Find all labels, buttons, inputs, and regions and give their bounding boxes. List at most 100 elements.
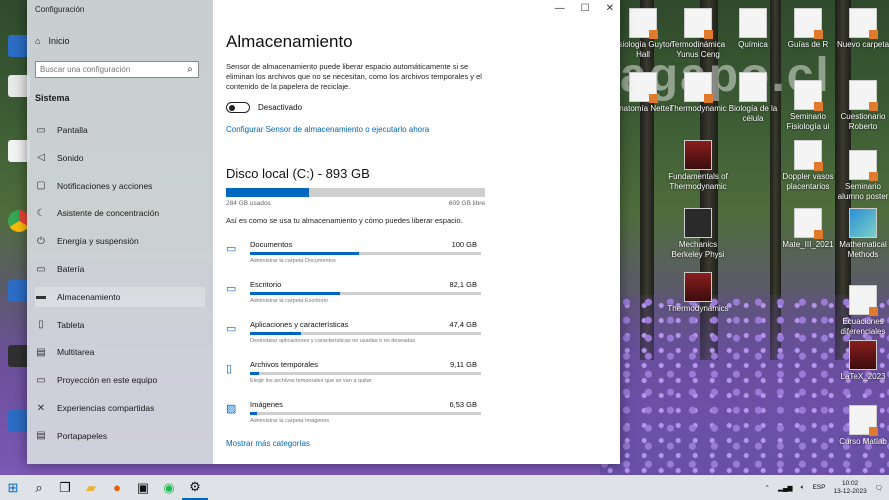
file-thumbnail [684, 72, 713, 103]
category-usage-bar [250, 372, 481, 375]
file-thumbnail [849, 285, 878, 316]
storage-sense-toggle[interactable]: Desactivado [226, 102, 302, 113]
category-subtitle: Elegir los archivos temporales que se va… [250, 378, 372, 384]
network-icon[interactable]: ▂▄▆ [778, 484, 793, 492]
disk-usage-fill [226, 188, 309, 197]
section-heading: Sistema [35, 93, 70, 103]
disk-usage-bar [226, 188, 485, 197]
storage-category[interactable]: ▭ Escritorio 82,1 GB Administrar la carpeta… [226, 280, 481, 314]
file-thumbnail [794, 208, 823, 239]
desktop-file-icon[interactable]: Curso Matlab [831, 405, 889, 447]
toggle-switch[interactable] [226, 102, 250, 113]
clock-time: 10:02 [841, 479, 859, 487]
used-space-label: 284 GB usados [226, 200, 271, 207]
sidebar-item-battery[interactable]: ▭ Batería [35, 259, 205, 279]
storage-category[interactable]: ▭ Aplicaciones y características 47,4 GB De… [226, 320, 481, 354]
sidebar-item-projection[interactable]: ▭ Proyección en este equipo [35, 370, 205, 390]
settings-search-box[interactable]: ⌕ [35, 61, 199, 78]
settings-icon[interactable]: ⚙ [182, 475, 208, 500]
spotify-icon[interactable]: ◉ [156, 475, 182, 500]
moon-icon: ☾ [36, 207, 46, 219]
home-icon: ⌂ [35, 36, 41, 46]
sidebar-item-label: Pantalla [57, 125, 88, 135]
taskview-icon[interactable]: ❐ [52, 475, 78, 500]
category-name: Escritorio [250, 280, 282, 289]
sidebar-item-speaker[interactable]: ◁ Sonido [35, 148, 205, 168]
sidebar-item-label: Tableta [57, 319, 85, 330]
sidebar-item-label: Energía y suspensión [57, 236, 139, 247]
desktop-file-icon[interactable]: Seminario alumno poster [831, 150, 889, 202]
notification-center-icon[interactable]: 🗨︎ [875, 484, 883, 492]
sidebar-item-tablet[interactable]: ▯ Tableta [35, 315, 205, 335]
desktop-file-icon[interactable]: Mathematical Methods [831, 208, 889, 260]
sidebar-item-storage[interactable]: ▬ Almacenamiento [35, 286, 205, 307]
firefox-icon[interactable]: ● [104, 475, 130, 500]
sidebar-item-moon[interactable]: ☾ Asistente de concentración [35, 203, 205, 223]
sidebar-item-label: Notificaciones y acciones [57, 180, 153, 191]
sidebar-item-notification[interactable]: ▢ Notificaciones y acciones [35, 176, 205, 196]
sidebar-item-label: Multitarea [57, 347, 95, 358]
file-thumbnail [629, 72, 658, 103]
settings-search-input[interactable] [36, 64, 182, 75]
desktop-file-icon[interactable]: Ecuaciones diferenciales [831, 285, 889, 337]
sidebar-item-monitor[interactable]: ▭ Pantalla [35, 120, 205, 140]
category-usage-bar [250, 292, 481, 295]
sidebar-item-shared[interactable]: ✕ Experiencias compartidas [35, 398, 205, 418]
category-size: 47,4 GB [449, 320, 477, 329]
category-usage-fill [250, 252, 359, 255]
sidebar-item-label: Almacenamiento [57, 291, 121, 302]
language-indicator[interactable]: ESP [812, 484, 825, 491]
desktop-file-icon[interactable]: Fundamentals of Thermodynamic [666, 140, 730, 192]
sidebar-item-power[interactable]: ⏻ Energía y suspensión [35, 231, 205, 251]
desktop-file-icon[interactable]: Cuestionario Roberto [831, 80, 889, 132]
category-size: 6,53 GB [449, 400, 477, 409]
sidebar-item-label: Batería [57, 264, 85, 274]
home-nav-item[interactable]: ⌂ Inicio [35, 36, 69, 46]
storage-sense-description: Sensor de almacenamiento puede liberar e… [226, 62, 482, 91]
windows-icon[interactable]: ⊞ [0, 475, 26, 500]
monitor-icon: ▭ [36, 124, 46, 136]
desktop-file-label: Ecuaciones diferenciales [840, 317, 886, 336]
storage-page: — ☐ ✕ Almacenamiento Sensor de almacenam… [213, 0, 620, 464]
desktop-file-label: Nuevo carpeta [836, 40, 889, 49]
tablet-icon: ▯ [38, 319, 44, 331]
explorer-icon[interactable]: ▰ [78, 475, 104, 500]
desktop-file-label: Fundamentals of Thermodynamic [668, 172, 728, 191]
sidebar-item-clipboard[interactable]: ▤ Portapapeles [35, 426, 205, 446]
desktop-file-label: Cuestionario Roberto [840, 112, 886, 131]
storage-category[interactable]: ▨ Imágenes 6,53 GB Administrar la carpeta I… [226, 400, 481, 434]
toggle-state-label: Desactivado [258, 103, 303, 112]
desktop-file-icon[interactable]: Thermodynamics [666, 272, 730, 314]
storage-category[interactable]: ▯ Archivos temporales 9,11 GB Elegir los ar… [226, 360, 481, 394]
desktop-file-icon[interactable]: Mechanics Berkeley Physi [666, 208, 730, 260]
category-usage-fill [250, 372, 260, 375]
sidebar-item-label: Portapapeles [57, 430, 108, 441]
free-space-label: 609 GB libre [448, 200, 485, 207]
clipboard-icon: ▤ [36, 430, 46, 442]
sidebar-item-multitask[interactable]: ▤ Multitarea [35, 342, 205, 362]
disk-title: Disco local (C:) - 893 GB [226, 166, 370, 181]
close-icon[interactable]: ✕ [606, 3, 614, 14]
battery-icon: ▭ [36, 263, 46, 275]
desktop-file-icon[interactable]: LaTeX_2023 [831, 340, 889, 382]
chevron-up-icon[interactable]: ⌃ [765, 484, 770, 492]
desktop-file-label: Seminario alumno poster [837, 182, 889, 201]
minimize-icon[interactable]: — [555, 3, 565, 14]
maximize-icon[interactable]: ☐ [581, 3, 590, 14]
storage-category[interactable]: ▭ Documentos 100 GB Administrar la carpeta … [226, 240, 481, 274]
clock[interactable]: 10:02 13-12-2023 [833, 480, 866, 496]
desktop-file-label: Thermodynamics [667, 304, 729, 313]
search-icon[interactable]: ⌕ [26, 475, 52, 500]
configure-storage-sense-link[interactable]: Configurar Sensor de almacenamiento o ej… [226, 125, 429, 134]
file-thumbnail [849, 340, 877, 370]
terminal-icon[interactable]: ▣ [130, 475, 156, 500]
volume-icon[interactable]: 🔈︎ [801, 484, 805, 492]
multitask-icon: ▤ [36, 346, 46, 358]
power-icon: ⏻ [37, 235, 45, 247]
search-icon[interactable]: ⌕ [182, 64, 198, 75]
show-more-categories-link[interactable]: Mostrar más categorías [226, 439, 310, 448]
clock-date: 13-12-2023 [833, 487, 867, 495]
projection-icon: ▭ [36, 374, 46, 386]
category-size: 9,11 GB [450, 360, 477, 369]
desktop-file-icon[interactable]: Nuevo carpeta [831, 8, 889, 50]
